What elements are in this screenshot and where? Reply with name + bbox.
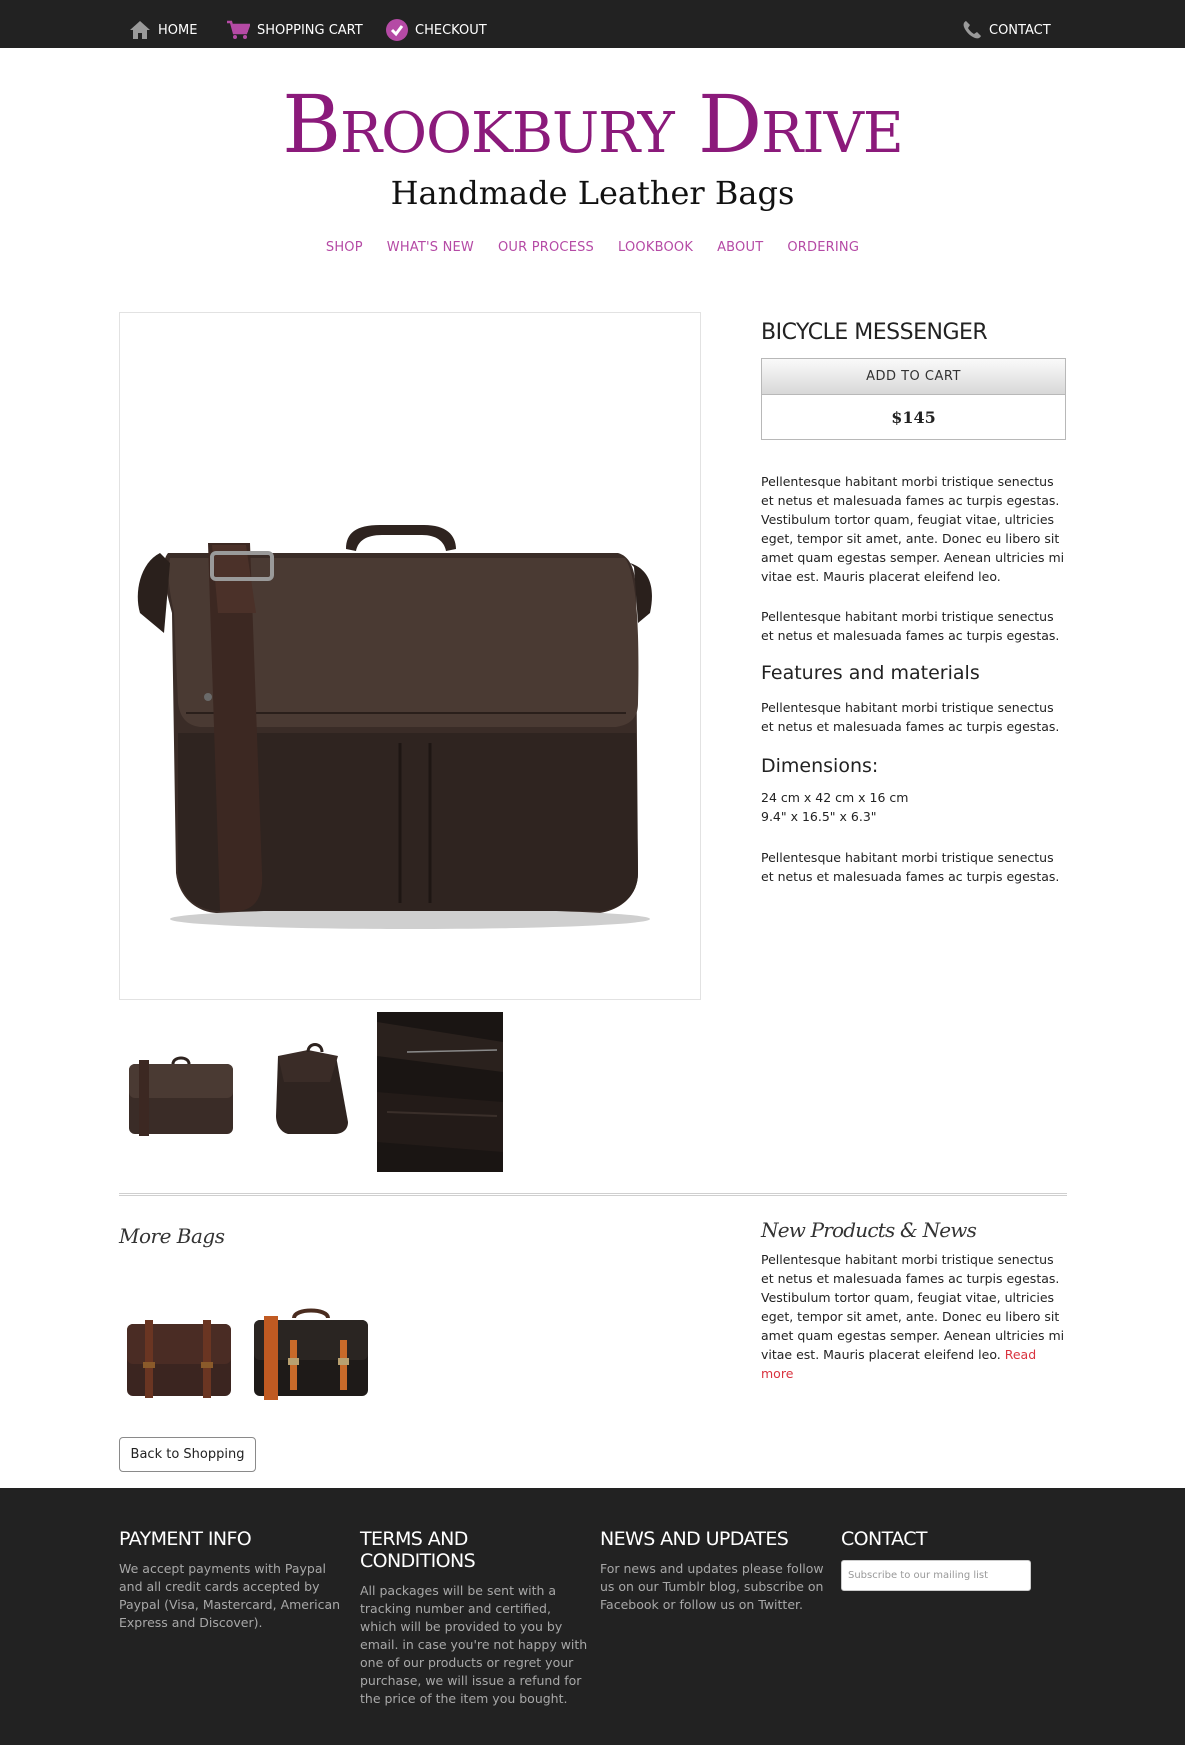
footer-news-text: For news and updates please follow us on…: [600, 1561, 824, 1612]
phone-icon: [963, 21, 981, 39]
mainnav-whats-new[interactable]: WHAT'S NEW: [387, 240, 474, 255]
product-description-2: Pellentesque habitant morbi tristique se…: [761, 609, 1060, 643]
mailing-list-input[interactable]: [841, 1560, 1031, 1591]
check-circle-icon: [386, 19, 408, 41]
mainnav-our-process[interactable]: OUR PROCESS: [498, 240, 594, 255]
bag-interior-thumbnail-image: [377, 1012, 503, 1172]
add-to-cart-button[interactable]: ADD TO CART: [761, 358, 1066, 395]
news-text: Pellentesque habitant morbi tristique se…: [761, 1252, 1065, 1362]
black-orange-messenger-image: [254, 1308, 368, 1400]
more-bag-1[interactable]: [119, 1300, 239, 1410]
topnav-contact-label: CONTACT: [989, 22, 1051, 38]
product-price: $145: [761, 395, 1066, 440]
back-to-shopping-button[interactable]: Back to Shopping: [119, 1437, 256, 1472]
product-title: BICYCLE MESSENGER: [761, 320, 988, 345]
bag-side-thumbnail-image: [276, 1043, 348, 1134]
dimensions-imperial: 9.4" x 16.5" x 6.3": [761, 809, 877, 824]
features-heading: Features and materials: [761, 662, 980, 684]
mainnav-lookbook[interactable]: LOOKBOOK: [618, 240, 693, 255]
topnav-cart-link[interactable]: SHOPPING CART: [226, 16, 363, 44]
section-divider: [119, 1193, 1067, 1196]
footer-news-title: NEWS AND UPDATES: [600, 1528, 789, 1550]
more-bags-heading: More Bags: [119, 1224, 225, 1248]
dimensions-heading: Dimensions:: [761, 755, 879, 777]
product-thumbnail-1[interactable]: [119, 1012, 243, 1172]
more-bag-2[interactable]: [250, 1300, 372, 1410]
mainnav-about[interactable]: ABOUT: [717, 240, 763, 255]
footer-payment-column: PAYMENT INFO We accept payments with Pay…: [119, 1528, 344, 1632]
mainnav-shop[interactable]: SHOP: [326, 240, 363, 255]
product-thumbnail-3[interactable]: [377, 1012, 503, 1172]
bag-front-thumbnail-image: [129, 1056, 233, 1136]
topnav-checkout-link[interactable]: CHECKOUT: [386, 16, 487, 44]
news-heading: New Products & News: [761, 1218, 977, 1242]
footer-contact-title: CONTACT: [841, 1528, 928, 1550]
features-description: Pellentesque habitant morbi tristique se…: [761, 700, 1060, 734]
footer-payment-text: We accept payments with Paypal and all c…: [119, 1561, 341, 1630]
dimensions-metric: 24 cm x 42 cm x 16 cm: [761, 790, 909, 805]
product-description-1: Pellentesque habitant morbi tristique se…: [761, 474, 1065, 584]
topnav-home-link[interactable]: HOME: [129, 16, 197, 44]
topnav-home-label: HOME: [158, 22, 198, 38]
footer-terms-text: All packages will be sent with a trackin…: [360, 1583, 588, 1706]
brown-satchel-image: [127, 1320, 231, 1398]
product-thumbnail-2[interactable]: [258, 1012, 358, 1172]
footer-terms-title: TERMS AND CONDITIONS: [360, 1528, 476, 1572]
topnav-cart-label: SHOPPING CART: [257, 22, 363, 38]
footer-news-column: NEWS AND UPDATES For news and updates pl…: [600, 1528, 830, 1614]
news-text-block: Pellentesque habitant morbi tristique se…: [761, 1250, 1067, 1383]
topnav-checkout-label: CHECKOUT: [415, 22, 487, 38]
messenger-bag-image: [137, 525, 652, 929]
main-navigation: SHOP WHAT'S NEW OUR PROCESS LOOKBOOK ABO…: [0, 240, 1185, 255]
topnav-contact-link[interactable]: CONTACT: [962, 16, 1051, 44]
product-description-4: Pellentesque habitant morbi tristique se…: [761, 850, 1060, 884]
footer-payment-title: PAYMENT INFO: [119, 1528, 252, 1550]
product-main-image[interactable]: [119, 312, 701, 1000]
site-subtitle: Handmade Leather Bags: [390, 174, 795, 212]
top-navigation-bar: HOME SHOPPING CART CHECKOUT CONTACT: [0, 0, 1185, 48]
footer-contact-column: CONTACT: [841, 1528, 1061, 1591]
cart-icon: [227, 20, 250, 39]
footer-terms-column: TERMS AND CONDITIONS All packages will b…: [360, 1528, 588, 1708]
home-icon: [130, 21, 150, 39]
mainnav-ordering[interactable]: ORDERING: [787, 240, 859, 255]
site-title[interactable]: Brookbury Drive: [0, 70, 1185, 180]
